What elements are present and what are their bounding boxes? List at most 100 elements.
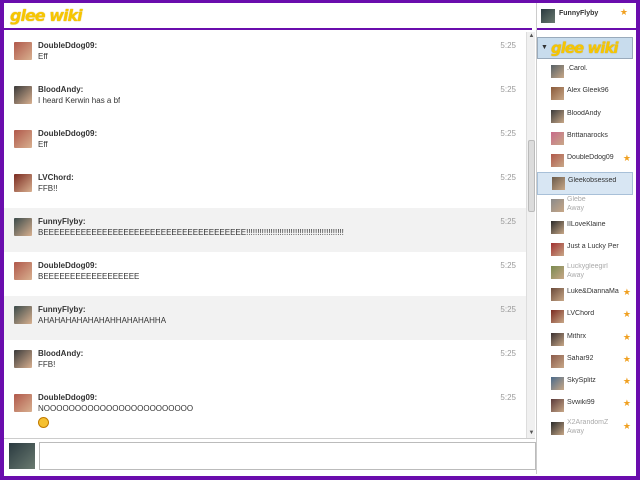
user-list-item[interactable]: DoubleDdog09 ★ — [537, 150, 633, 172]
user-list-name: Brittanarocks — [567, 131, 608, 139]
user-list-item[interactable]: Just a Lucky Perr — [537, 239, 633, 261]
collapse-triangle-icon[interactable]: ▼ — [541, 44, 548, 51]
message-text: Eff — [38, 52, 48, 61]
user-avatar[interactable] — [14, 262, 32, 280]
star-icon: ★ — [622, 153, 631, 164]
chat-message: FunnyFlyby: BEEEEEEEEEEEEEEEEEEEEEEEEEEEE… — [4, 208, 526, 252]
user-list-name: IILoveKlaine — [567, 221, 606, 229]
scroll-down-arrow-icon[interactable]: ▼ — [527, 429, 536, 438]
user-avatar — [551, 354, 564, 368]
user-avatar — [551, 87, 564, 101]
user-avatar[interactable] — [14, 130, 32, 148]
user-avatar — [551, 65, 564, 78]
user-list-name: .Carol. — [567, 65, 588, 72]
message-text: AHAHAHAHAHAHAHHAHAHAHHA — [38, 316, 167, 325]
user-avatar — [552, 177, 565, 191]
user-list-item[interactable]: Brittanarocks — [537, 128, 633, 150]
user-avatar — [551, 221, 564, 235]
message-username[interactable]: DoubleDdog09: — [38, 393, 97, 402]
user-list-item[interactable]: Glebe Away — [537, 195, 633, 217]
star-icon: ★ — [622, 331, 631, 342]
user-list-item[interactable]: Luckygleegirl Away — [537, 262, 633, 284]
user-list-name: Svwiki99 — [567, 399, 595, 407]
scroll-up-arrow-icon[interactable]: ▲ — [527, 32, 536, 41]
message-time: 5:25 — [500, 217, 516, 226]
chat-message: FunnyFlyby: AHAHAHAHAHAHAHHAHAHAHHA 5:25 — [4, 296, 526, 340]
message-time: 5:25 — [500, 173, 516, 182]
message-time: 5:25 — [500, 41, 516, 50]
chat-message: BloodAndy: I heard Kerwin has a bf 5:25 — [4, 76, 526, 120]
star-icon: ★ — [622, 420, 631, 431]
user-list-name: Mithrx — [567, 332, 587, 340]
message-text: BEEEEEEEEEEEEEEEEEEEEEEEEEEEEEEEEEEEEEE!… — [38, 228, 344, 237]
user-avatar[interactable] — [14, 350, 32, 368]
message-username[interactable]: FunnyFlyby: — [38, 217, 86, 226]
message-username[interactable]: BloodAndy: — [38, 85, 83, 94]
user-avatar — [551, 131, 564, 145]
current-user-row[interactable]: FunnyFlyby ★ — [537, 3, 637, 30]
wiki-room-header[interactable]: ▼ glee wiki — [537, 37, 633, 59]
user-avatar — [551, 399, 564, 413]
user-list-item[interactable]: Alex Gleek96 — [537, 83, 633, 105]
star-icon: ★ — [622, 353, 631, 364]
user-list-item[interactable]: LVChord ★ — [537, 306, 633, 328]
user-avatar[interactable] — [14, 394, 32, 412]
message-time: 5:25 — [500, 393, 516, 402]
message-username[interactable]: DoubleDdog09: — [38, 261, 97, 270]
message-time: 5:25 — [500, 85, 516, 94]
message-time: 5:25 — [500, 305, 516, 314]
glee-wiki-logo[interactable]: glee wiki — [10, 6, 83, 25]
current-user-avatar — [541, 9, 555, 23]
user-list-item[interactable]: .Carol. — [537, 61, 633, 83]
chat-scrollbar[interactable]: ▲ ▼ — [526, 32, 535, 438]
wiki-room-logo: glee wiki — [551, 39, 619, 57]
user-list-item[interactable]: Luke&DiannaMag ★ — [537, 284, 633, 306]
away-status: Away — [567, 427, 584, 435]
chat-message: BloodAndy: FFB! 5:25 — [4, 340, 526, 384]
user-list-name: Gleekobsessed — [568, 177, 617, 185]
user-avatar — [551, 109, 564, 123]
user-list-item[interactable]: SkySplitz ★ — [537, 373, 633, 395]
message-text: BEEEEEEEEEEEEEEEEEE — [38, 272, 140, 281]
header: glee wiki — [4, 3, 532, 30]
user-avatar[interactable] — [14, 218, 32, 236]
star-icon: ★ — [622, 286, 631, 297]
user-avatar[interactable] — [14, 306, 32, 324]
user-list-name: SkySplitz — [567, 377, 596, 385]
away-status: Away — [567, 271, 584, 279]
message-username[interactable]: LVChord: — [38, 173, 74, 182]
user-list-item[interactable]: Mithrx ★ — [537, 329, 633, 351]
chat-message: DoubleDdog09: BEEEEEEEEEEEEEEEEEE 5:25 — [4, 252, 526, 296]
user-list-item[interactable]: Svwiki99 ★ — [537, 395, 633, 417]
chat-messages: DoubleDdog09: Eff 5:25 BloodAndy: I heard Ke… — [4, 32, 526, 438]
user-list-name: DoubleDdog09 — [567, 154, 614, 162]
message-input[interactable] — [39, 442, 536, 470]
message-username[interactable]: DoubleDdog09: — [38, 41, 97, 50]
user-list-name: X2ArandomZ — [567, 418, 609, 426]
chat-message: DoubleDdog09: Eff 5:25 — [4, 32, 526, 76]
message-username[interactable]: DoubleDdog09: — [38, 129, 97, 138]
user-list-item[interactable]: IILoveKlaine — [537, 217, 633, 239]
my-avatar — [9, 443, 35, 469]
user-avatar — [551, 332, 564, 346]
user-avatar — [551, 421, 564, 435]
user-list-item[interactable]: Sahar92 ★ — [537, 351, 633, 373]
user-list-name: BloodAndy — [567, 109, 601, 117]
message-input-row — [4, 438, 536, 474]
message-username[interactable]: BloodAndy: — [38, 349, 83, 358]
user-avatar — [551, 243, 564, 257]
message-text: FFB!! — [38, 184, 58, 193]
user-list-item[interactable]: Gleekobsessed — [537, 172, 633, 195]
user-list-name: Luke&DiannaMag — [567, 287, 619, 295]
user-sidebar: FunnyFlyby ★ ▼ glee wiki .Carol. Alex Gle… — [536, 3, 637, 474]
current-user-name: FunnyFlyby — [559, 10, 599, 17]
user-avatar[interactable] — [14, 174, 32, 192]
message-username[interactable]: FunnyFlyby: — [38, 305, 86, 314]
user-list-item[interactable]: BloodAndy — [537, 106, 633, 128]
scroll-thumb[interactable] — [528, 140, 535, 212]
user-avatar[interactable] — [14, 42, 32, 60]
user-list-name: Just a Lucky Perr — [567, 243, 619, 251]
user-avatar[interactable] — [14, 86, 32, 104]
away-status: Away — [567, 204, 584, 212]
user-list-item[interactable]: X2ArandomZ Away ★ — [537, 418, 633, 440]
